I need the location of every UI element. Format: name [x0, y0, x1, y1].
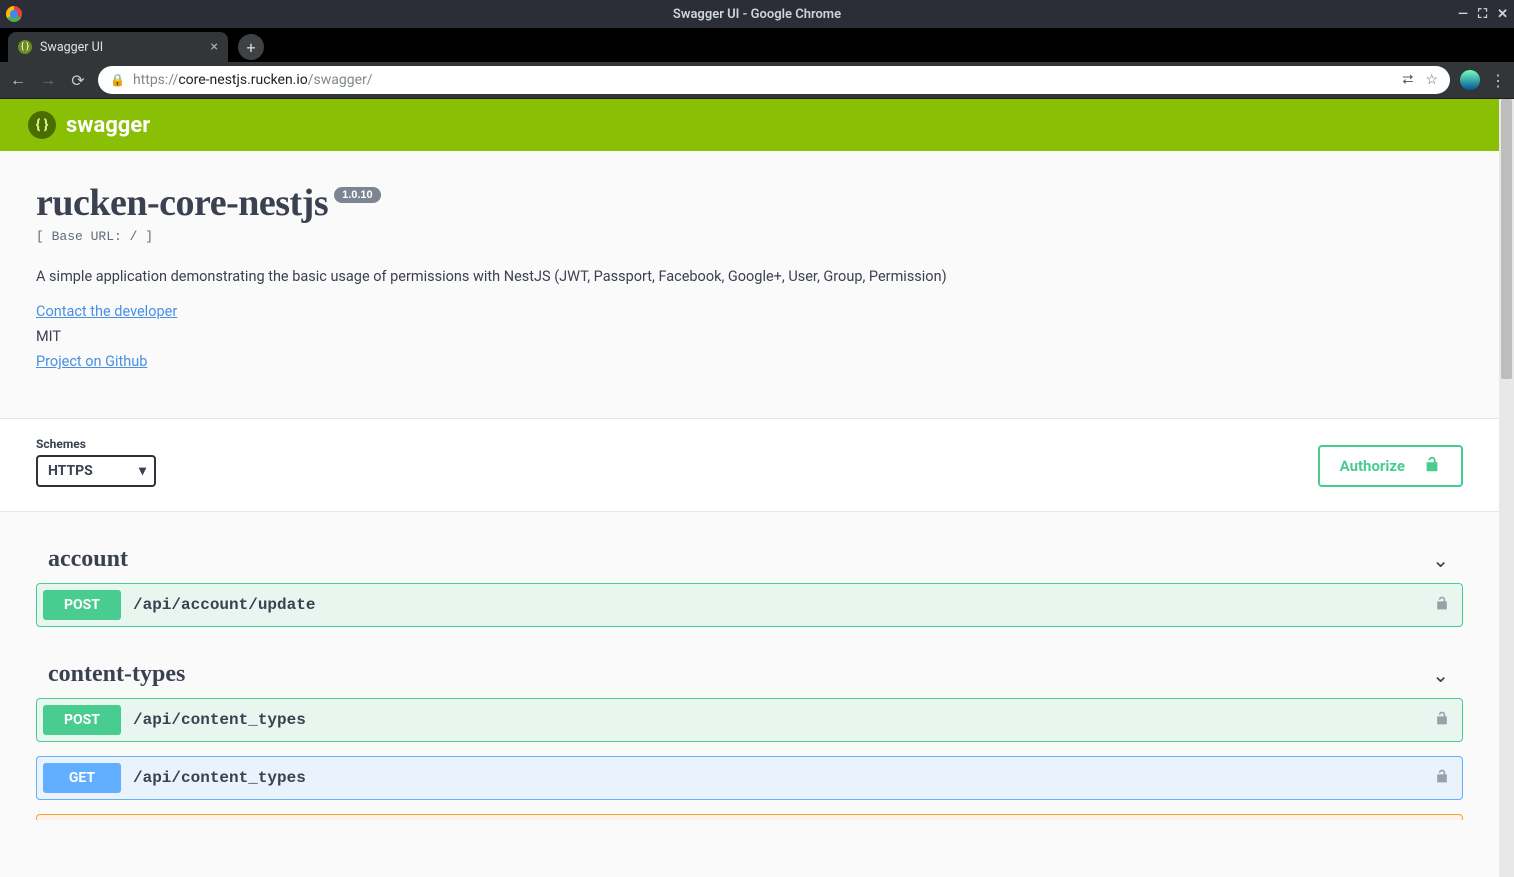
- http-method-badge: POST: [43, 705, 121, 735]
- unlock-icon: [1423, 455, 1441, 477]
- operation-row-partial[interactable]: [36, 814, 1463, 820]
- tag-section-account: account ⌄ POST /api/account/update: [36, 536, 1463, 627]
- chevron-down-icon: ⌄: [1432, 548, 1449, 572]
- chrome-logo-icon: [6, 6, 22, 22]
- api-description: A simple application demonstrating the b…: [36, 268, 1463, 285]
- tag-header[interactable]: content-types ⌄: [36, 651, 1463, 698]
- address-bar[interactable]: 🔒 https://core-nestjs.rucken.io/swagger/…: [98, 66, 1450, 94]
- operation-row[interactable]: POST /api/account/update: [36, 583, 1463, 627]
- lock-icon: [1434, 595, 1450, 615]
- license-text: MIT: [36, 328, 1463, 345]
- tag-section-content-types: content-types ⌄ POST /api/content_types …: [36, 651, 1463, 820]
- schemes-row: Schemes HTTPS Authorize: [0, 418, 1499, 512]
- lock-icon: [1434, 768, 1450, 788]
- lock-icon: 🔒: [110, 73, 125, 87]
- nav-forward-icon[interactable]: →: [38, 70, 58, 90]
- browser-tab[interactable]: { } Swagger UI ×: [8, 32, 228, 62]
- api-title: rucken-core-nestjs: [36, 182, 328, 224]
- tag-name: content-types: [48, 661, 185, 688]
- http-method-badge: GET: [43, 763, 121, 793]
- tag-name: account: [48, 546, 128, 573]
- window-maximize-icon[interactable]: ⛶: [1478, 7, 1487, 22]
- operation-path: /api/content_types: [133, 769, 306, 787]
- version-badge: 1.0.10: [334, 187, 381, 203]
- lock-icon: [1434, 710, 1450, 730]
- window-minimize-icon[interactable]: —: [1458, 7, 1468, 22]
- vertical-scrollbar[interactable]: [1499, 99, 1514, 877]
- translate-icon[interactable]: ⮂: [1402, 72, 1413, 88]
- chevron-down-icon: ⌄: [1432, 663, 1449, 687]
- operation-path: /api/account/update: [133, 596, 315, 614]
- close-tab-icon[interactable]: ×: [211, 40, 218, 54]
- window-close-icon[interactable]: ✕: [1497, 7, 1508, 22]
- chrome-menu-icon[interactable]: ⋮: [1490, 71, 1506, 90]
- swagger-brand: swagger: [66, 113, 150, 138]
- nav-reload-icon[interactable]: ⟳: [68, 71, 88, 90]
- bookmark-icon[interactable]: ☆: [1425, 72, 1438, 88]
- tab-title: Swagger UI: [40, 40, 103, 55]
- swagger-favicon-icon: { }: [18, 40, 32, 54]
- contact-link[interactable]: Contact the developer: [36, 303, 177, 320]
- window-title: Swagger UI - Google Chrome: [673, 7, 841, 22]
- browser-tabstrip: { } Swagger UI × +: [0, 28, 1514, 62]
- scheme-selected-value: HTTPS: [48, 463, 93, 479]
- http-method-badge: POST: [43, 590, 121, 620]
- scrollbar-thumb[interactable]: [1501, 99, 1512, 379]
- profile-avatar[interactable]: [1460, 70, 1480, 90]
- scheme-select[interactable]: HTTPS: [36, 455, 156, 487]
- nav-back-icon[interactable]: ←: [8, 70, 28, 90]
- authorize-button[interactable]: Authorize: [1318, 445, 1463, 487]
- swagger-topbar: { } swagger: [0, 99, 1499, 151]
- os-window-titlebar: Swagger UI - Google Chrome — ⛶ ✕: [0, 0, 1514, 28]
- operation-row[interactable]: POST /api/content_types: [36, 698, 1463, 742]
- schemes-label: Schemes: [36, 437, 156, 451]
- page-viewport: { } swagger rucken-core-nestjs 1.0.10 [ …: [0, 98, 1514, 877]
- tag-header[interactable]: account ⌄: [36, 536, 1463, 583]
- browser-toolbar: ← → ⟳ 🔒 https://core-nestjs.rucken.io/sw…: [0, 62, 1514, 98]
- operation-row[interactable]: GET /api/content_types: [36, 756, 1463, 800]
- authorize-label: Authorize: [1340, 457, 1405, 475]
- url-text: https://core-nestjs.rucken.io/swagger/: [133, 72, 373, 88]
- swagger-logo-icon: { }: [28, 111, 56, 139]
- project-link[interactable]: Project on Github: [36, 353, 147, 370]
- new-tab-button[interactable]: +: [238, 34, 264, 60]
- base-url-label: [ Base URL: / ]: [36, 229, 1463, 244]
- operation-path: /api/content_types: [133, 711, 306, 729]
